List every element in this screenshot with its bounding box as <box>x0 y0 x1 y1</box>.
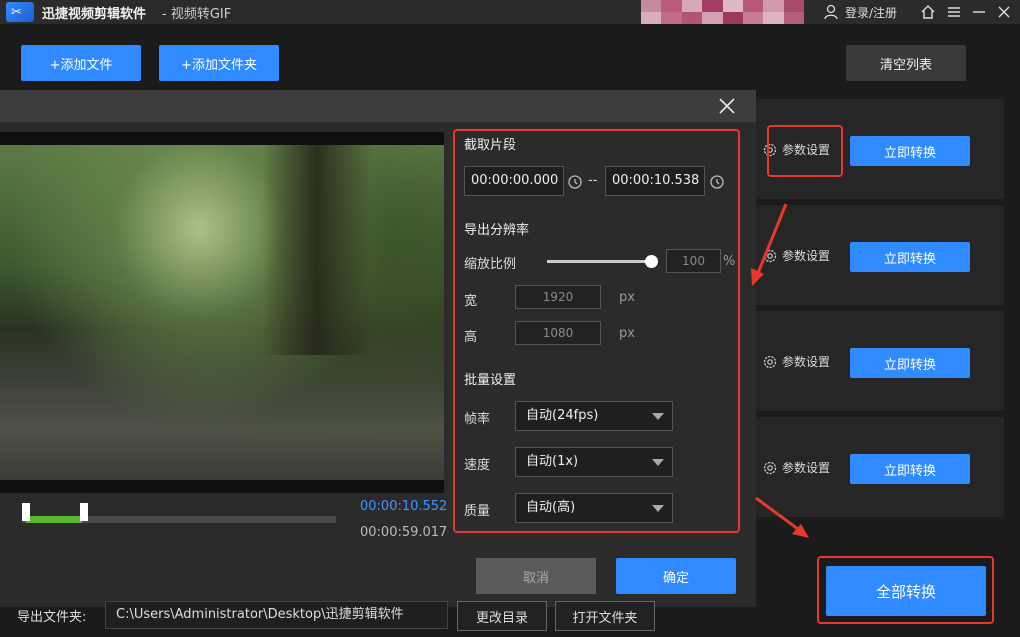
video-preview[interactable] <box>0 132 444 493</box>
scale-label: 缩放比例 <box>464 257 517 272</box>
scale-slider-track[interactable] <box>547 260 653 263</box>
chevron-down-icon <box>652 413 664 420</box>
app-title: 迅捷视频剪辑软件 <box>42 7 147 22</box>
gear-icon <box>763 461 777 474</box>
cancel-button[interactable]: 取消 <box>476 558 596 594</box>
change-directory-button[interactable]: 更改目录 <box>457 601 547 631</box>
login-register-link[interactable]: 登录/注册 <box>845 4 897 21</box>
dialog-header <box>0 90 756 122</box>
reset-start-icon[interactable] <box>567 174 583 190</box>
param-settings-link[interactable]: 参数设置 <box>762 353 830 370</box>
gear-icon <box>763 355 777 368</box>
export-path-field[interactable]: C:\Users\Administrator\Desktop\迅捷剪辑软件 <box>105 601 448 629</box>
total-time: 00:00:59.017 <box>360 525 448 540</box>
speed-value: 自动(1x) <box>526 454 579 469</box>
batch-section-title: 批量设置 <box>464 373 517 388</box>
end-time-input[interactable]: 00:00:10.538 <box>605 166 705 196</box>
convert-all-button[interactable]: 全部转换 <box>826 566 986 616</box>
ok-button[interactable]: 确定 <box>616 558 736 594</box>
current-time: 00:00:10.552 <box>360 499 448 514</box>
clip-section-title: 截取片段 <box>464 138 517 153</box>
height-input[interactable]: 1080 <box>515 321 601 345</box>
param-settings-link[interactable]: 参数设置 <box>762 459 830 476</box>
close-window-icon[interactable] <box>996 4 1012 20</box>
window-subtitle: - 视频转GIF <box>162 7 232 22</box>
chevron-down-icon <box>652 459 664 466</box>
file-row: 参数设置 立即转换 <box>752 311 1004 411</box>
quality-value: 自动(高) <box>526 500 576 515</box>
add-file-button[interactable]: +添加文件 <box>21 45 141 81</box>
height-label: 高 <box>464 330 478 345</box>
app-logo-icon: ✂ <box>6 2 34 22</box>
quality-label: 质量 <box>464 504 491 519</box>
scale-slider-knob[interactable] <box>645 255 658 268</box>
add-folder-button[interactable]: +添加文件夹 <box>159 45 279 81</box>
reset-end-icon[interactable] <box>709 174 725 190</box>
trim-start-handle[interactable] <box>22 503 30 521</box>
dialog-close-icon[interactable] <box>718 97 736 115</box>
convert-now-button[interactable]: 立即转换 <box>850 454 970 484</box>
scale-input[interactable]: 100 <box>666 249 721 273</box>
timeline-selection <box>26 516 82 523</box>
menu-icon[interactable] <box>946 4 962 20</box>
width-label: 宽 <box>464 294 478 309</box>
home-icon[interactable] <box>920 4 936 20</box>
clear-list-button[interactable]: 清空列表 <box>846 45 966 81</box>
param-settings-highlight <box>767 125 843 177</box>
convert-now-button[interactable]: 立即转换 <box>850 242 970 272</box>
open-folder-button[interactable]: 打开文件夹 <box>555 601 655 631</box>
user-icon[interactable] <box>824 4 838 20</box>
annotation-arrow-icon <box>751 203 788 286</box>
fps-select[interactable]: 自动(24fps) <box>515 401 673 431</box>
speed-label: 速度 <box>464 458 491 473</box>
param-settings-label: 参数设置 <box>782 355 831 369</box>
width-unit: px <box>619 290 635 305</box>
width-input[interactable]: 1920 <box>515 285 601 309</box>
annotation-arrow-icon <box>755 496 809 538</box>
export-folder-label: 导出文件夹: <box>17 610 87 625</box>
trim-end-handle[interactable] <box>80 503 88 521</box>
chevron-down-icon <box>652 505 664 512</box>
speed-select[interactable]: 自动(1x) <box>515 447 673 477</box>
fps-label: 帧率 <box>464 412 491 427</box>
video-tree-trunk <box>262 145 372 355</box>
minimize-icon[interactable] <box>971 4 987 20</box>
time-separator: -- <box>588 173 598 188</box>
convert-now-button[interactable]: 立即转换 <box>850 136 970 166</box>
fps-value: 自动(24fps) <box>526 408 599 423</box>
resolution-section-title: 导出分辨率 <box>464 223 530 238</box>
pixelated-avatar-banner <box>641 0 804 24</box>
convert-now-button[interactable]: 立即转换 <box>850 348 970 378</box>
video-frame <box>0 145 444 480</box>
param-settings-label: 参数设置 <box>782 461 831 475</box>
play-icon[interactable] <box>0 511 6 529</box>
quality-select[interactable]: 自动(高) <box>515 493 673 523</box>
scale-unit: % <box>723 254 736 269</box>
height-unit: px <box>619 326 635 341</box>
start-time-input[interactable]: 00:00:00.000 <box>464 166 564 196</box>
